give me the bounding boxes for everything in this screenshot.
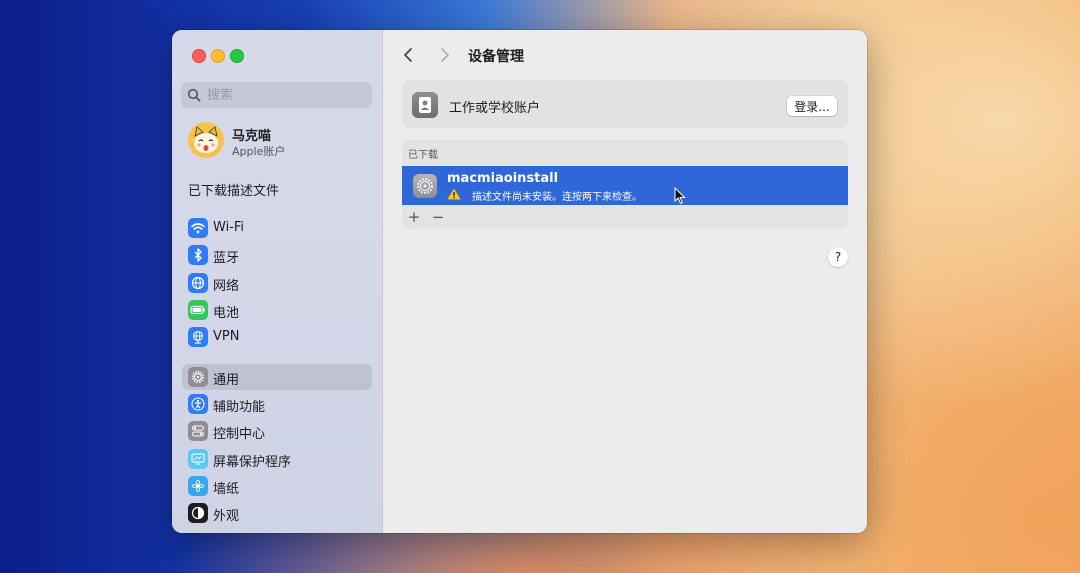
mouse-cursor-icon — [674, 187, 686, 205]
sidebar-item-network[interactable]: 网络 — [182, 270, 372, 296]
bluetooth-icon — [188, 245, 208, 265]
close-window-button[interactable] — [192, 49, 206, 63]
screensaver-icon — [188, 449, 208, 469]
sidebar-item-appearance[interactable]: 外观 — [182, 500, 372, 526]
profile-warning: 描述文件尚未安装。连按两下来检查。 — [472, 192, 642, 203]
vpn-globe-icon — [188, 327, 208, 347]
wallpaper-icon — [188, 476, 208, 496]
sidebar-item-label: 蓝牙 — [213, 251, 240, 266]
sidebar-item-label: 外观 — [213, 509, 240, 524]
remove-profile-button[interactable]: − — [428, 208, 448, 226]
main-pane: 设备管理 工作或学校账户 登录... 已下载 macmiaoinstall 描述… — [383, 30, 867, 533]
sidebar-item-label: VPN — [213, 329, 240, 344]
section-header: 已下载 — [408, 150, 438, 161]
sidebar-item-label: 电池 — [213, 306, 240, 321]
search-icon — [187, 88, 201, 102]
forward-button[interactable] — [433, 44, 455, 66]
profile-gear-icon — [413, 174, 437, 198]
sidebar-item-label: Wi-Fi — [213, 220, 245, 235]
sidebar-item-label: 网络 — [213, 279, 240, 294]
minimize-window-button[interactable] — [211, 49, 225, 63]
warning-icon — [447, 188, 461, 200]
chevron-right-icon — [441, 48, 449, 62]
work-account-label: 工作或学校账户 — [449, 101, 541, 116]
help-button[interactable]: ? — [828, 247, 848, 267]
sign-in-button[interactable]: 登录... — [787, 96, 837, 116]
wifi-icon — [188, 218, 208, 238]
list-toolbar: + − — [402, 206, 848, 229]
profile-row[interactable]: macmiaoinstall 描述文件尚未安装。连按两下来检查。 — [402, 166, 848, 205]
appearance-icon — [188, 503, 208, 523]
sidebar-item-accessibility[interactable]: 辅助功能 — [182, 391, 372, 417]
work-account-card: 工作或学校账户 登录... — [402, 80, 848, 128]
apple-account[interactable]: 马克喵 Apple账户 — [188, 122, 368, 162]
search-field[interactable] — [181, 82, 372, 108]
accessibility-icon — [188, 394, 208, 414]
sidebar-item-vpn[interactable]: VPN — [182, 324, 372, 350]
page-title: 设备管理 — [468, 49, 524, 65]
sidebar-item-label: 通用 — [213, 373, 240, 388]
sidebar-item-wallpaper[interactable]: 墙纸 — [182, 473, 372, 499]
gear-icon — [188, 367, 208, 387]
back-button[interactable] — [398, 44, 420, 66]
control-center-icon — [188, 421, 208, 441]
battery-icon — [188, 300, 208, 320]
sidebar-item-label: 屏幕保护程序 — [213, 455, 292, 470]
account-subtitle: Apple账户 — [232, 145, 286, 158]
downloaded-profiles-link[interactable]: 已下载描述文件 — [188, 180, 279, 199]
avatar — [188, 122, 224, 158]
downloaded-profiles-card: 已下载 macmiaoinstall 描述文件尚未安装。连按两下来检查。 + − — [402, 140, 848, 229]
globe-icon — [188, 273, 208, 293]
search-input[interactable] — [207, 86, 367, 104]
chevron-left-icon — [404, 48, 412, 62]
sidebar-item-label: 墙纸 — [213, 482, 240, 497]
sidebar-item-label: 控制中心 — [213, 427, 266, 442]
contact-card-icon — [412, 92, 438, 118]
sidebar-item-battery[interactable]: 电池 — [182, 297, 372, 323]
sidebar-item-general[interactable]: 通用 — [182, 364, 372, 390]
sidebar-item-screensaver[interactable]: 屏幕保护程序 — [182, 446, 372, 472]
sidebar-item-control-center[interactable]: 控制中心 — [182, 418, 372, 444]
sidebar-item-bluetooth[interactable]: 蓝牙 — [182, 242, 372, 268]
zoom-window-button[interactable] — [230, 49, 244, 63]
account-name: 马克喵 — [232, 129, 272, 144]
profile-name: macmiaoinstall — [447, 171, 559, 186]
settings-window: 马克喵 Apple账户 已下载描述文件 Wi-Fi 蓝牙 — [172, 30, 867, 533]
sidebar-item-label: 辅助功能 — [213, 400, 266, 415]
add-profile-button[interactable]: + — [404, 208, 424, 226]
sidebar-item-wifi[interactable]: Wi-Fi — [182, 215, 372, 241]
sidebar: 马克喵 Apple账户 已下载描述文件 Wi-Fi 蓝牙 — [172, 30, 383, 533]
